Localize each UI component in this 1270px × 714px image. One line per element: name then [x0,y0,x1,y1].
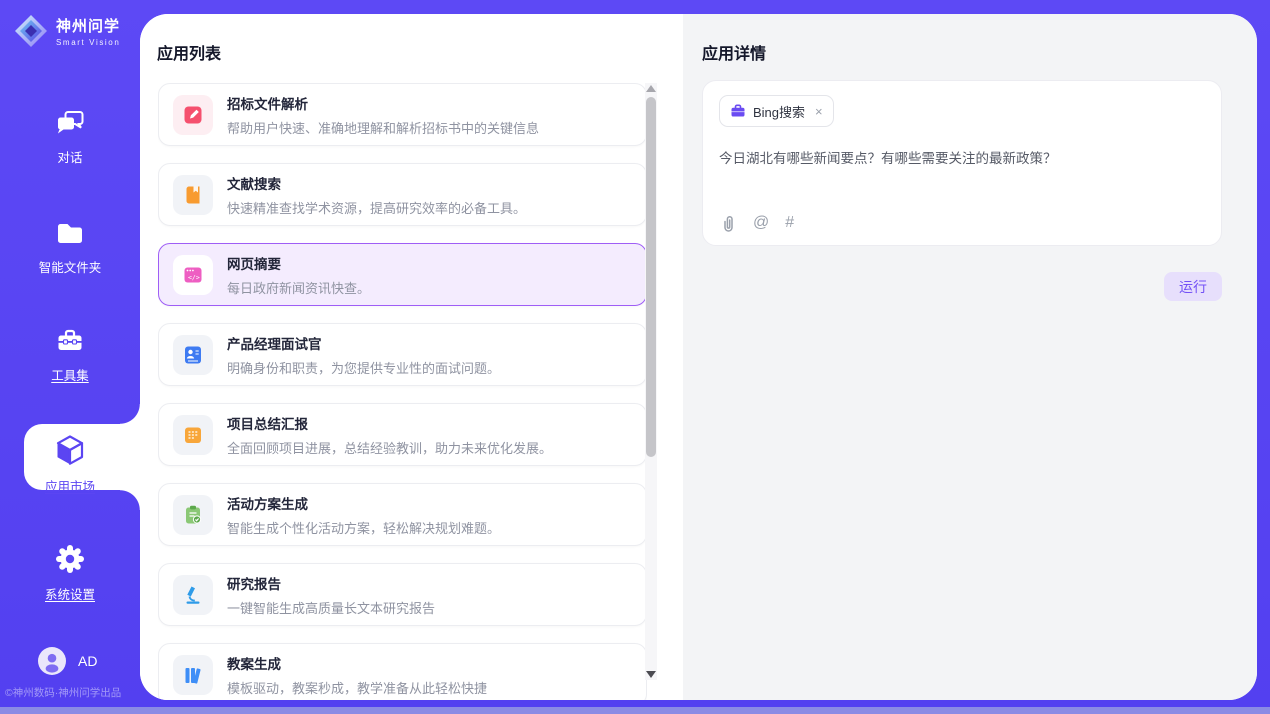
app-card-event-plan[interactable]: 活动方案生成 智能生成个性化活动方案，轻松解决规划难题。 [158,483,647,546]
app-card-project-summary[interactable]: 项目总结汇报 全面回顾项目进展，总结经验教训，助力未来优化发展。 [158,403,647,466]
composer-toolbar: @ # [719,213,794,233]
app-card-research-report[interactable]: 研究报告 一键智能生成高质量长文本研究报告 [158,563,647,626]
mention-icon[interactable]: @ [753,215,769,231]
tool-tag-bing-search[interactable]: Bing搜索 × [719,95,834,127]
sidebar-item-label: 系统设置 [45,584,95,603]
scrollbar-thumb[interactable] [646,97,656,457]
browser-code-icon: </> [173,255,213,295]
sidebar-item-label: 应用市场 [45,476,95,495]
microscope-icon [173,575,213,615]
tool-tag-label: Bing搜索 [753,102,805,121]
sidebar-item-settings[interactable]: 系统设置 [0,543,140,603]
app-list-title: 应用列表 [157,40,683,64]
app-card-description: 模板驱动，教案秒成，教学准备从此轻松快捷 [227,678,487,697]
app-card-title: 研究报告 [227,573,435,593]
paperclip-icon[interactable] [719,213,737,233]
remove-tag-icon[interactable]: × [815,104,823,119]
scrollbar-up-arrow[interactable] [646,85,656,92]
copyright-text: ©神州数码·神州问学出品 [5,685,140,700]
brand-subtitle: Smart Vision [56,38,120,47]
folder-icon [55,218,85,248]
toolbox-icon [55,326,85,356]
app-card-description: 帮助用户快速、准确地理解和解析招标书中的关键信息 [227,118,539,137]
sidebar-item-toolset[interactable]: 工具集 [0,326,140,384]
app-card-title: 网页摘要 [227,253,370,273]
app-card-description: 智能生成个性化活动方案，轻松解决规划难题。 [227,518,500,537]
app-card-title: 文献搜索 [227,173,526,193]
sidebar-item-label: 智能文件夹 [39,257,102,276]
app-list-section: 应用列表 招标文件解析 帮助用户快速、准确地理解和解析招标书中的关键信息 [140,14,683,700]
active-item-notch-top [120,404,140,424]
bottom-strip [0,707,1270,714]
sidebar-item-smart-folder[interactable]: 智能文件夹 [0,218,140,276]
edit-square-icon [173,95,213,135]
user-initials: AD [78,653,97,669]
brand-name: 神州问学 [56,15,120,36]
clipboard-check-icon [173,495,213,535]
app-detail-title: 应用详情 [702,40,1257,64]
app-card-bid-parse[interactable]: 招标文件解析 帮助用户快速、准确地理解和解析招标书中的关键信息 [158,83,647,146]
sidebar: 神州问学 Smart Vision 对话 智能文件夹 [0,0,140,714]
sidebar-item-app-market[interactable]: 应用市场 [0,433,140,495]
app-card-title: 招标文件解析 [227,93,539,113]
prompt-composer-card: Bing搜索 × 今日湖北有哪些新闻要点？有哪些需要关注的最新政策？ @ # [702,80,1222,246]
app-detail-section: 应用详情 Bing搜索 × 今日湖北有哪些新闻要点？有哪些需要关注的最新政策？ [683,14,1257,700]
run-button[interactable]: 运行 [1164,272,1222,301]
sidebar-item-label: 对话 [57,147,82,166]
app-card-description: 每日政府新闻资讯快查。 [227,278,370,297]
content-panel: 应用列表 招标文件解析 帮助用户快速、准确地理解和解析招标书中的关键信息 [140,14,1257,700]
scrollbar-down-arrow[interactable] [646,671,656,678]
brand-logo: 神州问学 Smart Vision [13,13,120,49]
svg-text:</>: </> [188,273,200,281]
app-list-scrollbar[interactable] [645,83,657,680]
app-card-title: 产品经理面试官 [227,333,500,353]
app-card-description: 快速精准查找学术资源，提高研究效率的必备工具。 [227,198,526,217]
interviewer-icon [173,335,213,375]
note-icon [173,415,213,455]
brand-logo-icon [13,13,49,49]
app-card-description: 全面回顾项目进展，总结经验教训，助力未来优化发展。 [227,438,552,457]
app-card-description: 一键智能生成高质量长文本研究报告 [227,598,435,617]
app-card-description: 明确身份和职责，为您提供专业性的面试问题。 [227,358,500,377]
prompt-input[interactable]: 今日湖北有哪些新闻要点？有哪些需要关注的最新政策？ [719,149,1205,193]
sidebar-item-chat[interactable]: 对话 [0,108,140,166]
briefcase-icon [730,103,746,119]
cube-icon [53,433,87,467]
app-card-lesson-plan[interactable]: 教案生成 模板驱动，教案秒成，教学准备从此轻松快捷 [158,643,647,700]
avatar-person-icon [38,647,66,675]
app-card-list: 招标文件解析 帮助用户快速、准确地理解和解析招标书中的关键信息 文献搜索 快速精… [158,83,647,700]
chat-icon [55,108,85,138]
user-account[interactable]: AD [38,647,97,675]
hash-icon[interactable]: # [785,215,794,231]
app-card-literature-search[interactable]: 文献搜索 快速精准查找学术资源，提高研究效率的必备工具。 [158,163,647,226]
app-card-title: 教案生成 [227,653,487,673]
app-card-web-summary[interactable]: </> 网页摘要 每日政府新闻资讯快查。 [158,243,647,306]
gear-icon [54,543,86,575]
book-icon [173,175,213,215]
app-card-title: 项目总结汇报 [227,413,552,433]
brand-logo-text: 神州问学 Smart Vision [56,15,120,47]
books-icon [173,655,213,695]
sidebar-item-label: 工具集 [51,365,89,384]
app-card-pm-interviewer[interactable]: 产品经理面试官 明确身份和职责，为您提供专业性的面试问题。 [158,323,647,386]
app-card-title: 活动方案生成 [227,493,500,513]
